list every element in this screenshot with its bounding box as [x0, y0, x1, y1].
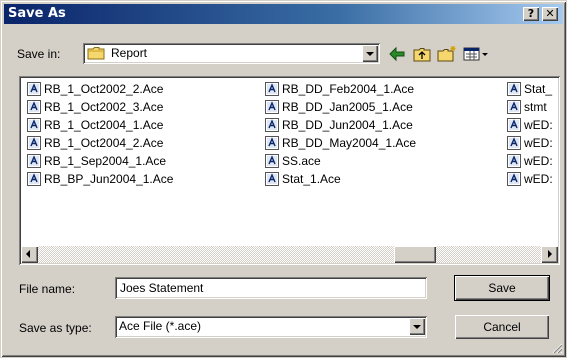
- scroll-thumb[interactable]: [394, 246, 436, 263]
- ace-file-icon: [265, 154, 279, 168]
- file-item[interactable]: stmt: [507, 99, 547, 116]
- folder-icon: [87, 47, 105, 60]
- save-as-dialog: Save As ? ✕ Save in: Report RB_1_Oct2002…: [0, 0, 567, 358]
- up-folder-icon[interactable]: [412, 45, 432, 63]
- ace-file-icon: [27, 100, 41, 114]
- dialog-title: Save As: [8, 6, 66, 21]
- file-item[interactable]: RB_1_Oct2002_3.Ace: [27, 99, 163, 116]
- file-item[interactable]: wED:: [507, 117, 553, 134]
- file-item-label: Stat_: [524, 82, 553, 96]
- file-item[interactable]: RB_BP_Jun2004_1.Ace: [27, 171, 173, 188]
- help-button[interactable]: ?: [523, 7, 539, 21]
- file-item-label: RB_1_Oct2004_1.Ace: [44, 118, 164, 132]
- file-item[interactable]: RB_DD_Jun2004_1.Ace: [265, 117, 413, 134]
- ace-file-icon: [27, 118, 41, 132]
- file-item[interactable]: wED:: [507, 171, 553, 188]
- file-name-input[interactable]: Joes Statement: [115, 277, 427, 299]
- save-as-type-dropdown[interactable]: Ace File (*.ace): [115, 316, 427, 338]
- title-bar[interactable]: Save As ? ✕: [4, 4, 563, 24]
- cancel-button[interactable]: Cancel: [455, 315, 549, 339]
- file-item[interactable]: Stat_: [507, 81, 552, 98]
- ace-file-icon: [507, 100, 521, 114]
- resize-grip-icon[interactable]: [551, 342, 563, 354]
- file-item-label: RB_1_Oct2002_3.Ace: [44, 100, 164, 114]
- file-item-label: RB_1_Oct2002_2.Ace: [44, 82, 164, 96]
- chevron-down-icon[interactable]: [362, 45, 378, 62]
- file-item[interactable]: wED:: [507, 135, 553, 152]
- ace-file-icon: [507, 136, 521, 150]
- file-item[interactable]: Stat_1.Ace: [265, 171, 341, 188]
- file-item[interactable]: RB_DD_Jan2005_1.Ace: [265, 99, 413, 116]
- file-item-label: wED:: [524, 118, 553, 132]
- scroll-left-button[interactable]: [21, 246, 38, 263]
- scroll-right-button[interactable]: [541, 246, 558, 263]
- file-name-label: File name:: [19, 282, 76, 296]
- file-name-value: Joes Statement: [120, 281, 204, 295]
- file-item-label: SS.ace: [282, 154, 321, 168]
- ace-file-icon: [265, 136, 279, 150]
- file-item[interactable]: wED:: [507, 153, 553, 170]
- file-item-label: Stat_1.Ace: [282, 172, 341, 186]
- save-button[interactable]: Save: [454, 275, 550, 301]
- ace-file-icon: [27, 82, 41, 96]
- file-item-label: RB_DD_Feb2004_1.Ace: [282, 82, 415, 96]
- file-item-label: RB_1_Sep2004_1.Ace: [44, 154, 167, 168]
- file-item[interactable]: RB_1_Oct2002_2.Ace: [27, 81, 163, 98]
- ace-file-icon: [507, 82, 521, 96]
- file-item-label: RB_DD_Jan2005_1.Ace: [282, 100, 413, 114]
- horizontal-scrollbar[interactable]: [21, 246, 558, 263]
- file-item[interactable]: RB_1_Oct2004_2.Ace: [27, 135, 163, 152]
- file-item[interactable]: RB_DD_Feb2004_1.Ace: [265, 81, 414, 98]
- file-item-label: wED:: [524, 172, 553, 186]
- save-as-type-value: Ace File (*.ace): [119, 319, 202, 333]
- ace-file-icon: [507, 118, 521, 132]
- ace-file-icon: [265, 100, 279, 114]
- file-item[interactable]: SS.ace: [265, 153, 321, 170]
- ace-file-icon: [507, 172, 521, 186]
- save-in-value: Report: [111, 46, 148, 60]
- ace-file-icon: [507, 154, 521, 168]
- ace-file-icon: [265, 82, 279, 96]
- views-menu-icon[interactable]: [463, 45, 489, 63]
- file-item-label: RB_DD_May2004_1.Ace: [282, 136, 417, 150]
- close-button[interactable]: ✕: [542, 7, 558, 21]
- back-arrow-icon[interactable]: [387, 45, 407, 63]
- file-item-label: RB_DD_Jun2004_1.Ace: [282, 118, 413, 132]
- file-item[interactable]: RB_1_Oct2004_1.Ace: [27, 117, 163, 134]
- ace-file-icon: [265, 118, 279, 132]
- save-in-dropdown[interactable]: Report: [83, 43, 380, 64]
- file-item-label: wED:: [524, 136, 553, 150]
- ace-file-icon: [265, 172, 279, 186]
- chevron-down-icon[interactable]: [409, 318, 425, 335]
- file-item-label: wED:: [524, 154, 553, 168]
- file-item-label: RB_BP_Jun2004_1.Ace: [44, 172, 174, 186]
- file-item-label: stmt: [524, 100, 547, 114]
- file-item[interactable]: RB_DD_May2004_1.Ace: [265, 135, 416, 152]
- save-in-label: Save in:: [17, 47, 61, 61]
- file-item[interactable]: RB_1_Sep2004_1.Ace: [27, 153, 166, 170]
- new-folder-icon[interactable]: [437, 45, 457, 63]
- ace-file-icon: [27, 136, 41, 150]
- file-item-label: RB_1_Oct2004_2.Ace: [44, 136, 164, 150]
- ace-file-icon: [27, 154, 41, 168]
- save-as-type-label: Save as type:: [19, 321, 92, 335]
- file-list[interactable]: RB_1_Oct2002_2.Ace RB_1_Oct2002_3.Ace RB_1…: [19, 76, 560, 265]
- ace-file-icon: [27, 172, 41, 186]
